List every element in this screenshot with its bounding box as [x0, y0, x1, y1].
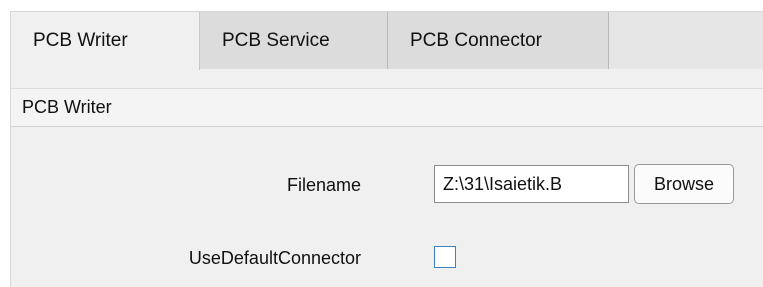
filename-input[interactable]: Z:\31\Isaietik.B — [434, 165, 629, 203]
tab-bar-filler — [609, 12, 763, 69]
filename-label: Filename — [286, 175, 361, 195]
form-area: Filename Z:\31\Isaietik.B Browse UseDefa… — [11, 127, 763, 287]
window: PCB Writer PCB Service PCB Connector PCB… — [0, 0, 763, 287]
tab-content-top-strip — [11, 69, 763, 88]
tab-pcb-connector[interactable]: PCB Connector — [388, 12, 609, 69]
use-default-connector-label: UseDefaultConnector — [188, 248, 361, 268]
use-default-connector-checkbox[interactable] — [434, 246, 456, 268]
tab-pcb-service[interactable]: PCB Service — [200, 12, 388, 69]
tab-pcb-writer[interactable]: PCB Writer — [11, 12, 200, 70]
tab-bar: PCB Writer PCB Service PCB Connector — [11, 12, 763, 70]
section-title: PCB Writer — [22, 97, 112, 117]
browse-button[interactable]: Browse — [634, 164, 734, 204]
section-header: PCB Writer — [11, 88, 763, 127]
pcb-panel: PCB Writer PCB Service PCB Connector PCB… — [10, 11, 763, 287]
